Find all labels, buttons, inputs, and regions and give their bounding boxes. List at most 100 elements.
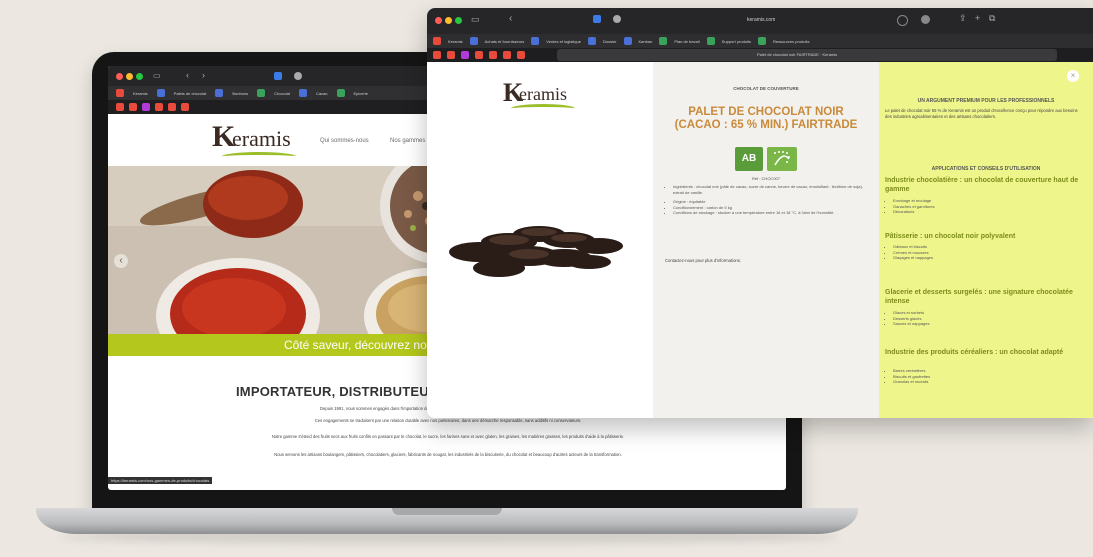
intro-paragraph: Ces engagements se traduisent par une re… (314, 418, 582, 423)
pinned-tab-icon[interactable] (447, 51, 455, 59)
product-reference: Réf : CHOC007 (751, 176, 780, 181)
product-specs-list: Ingrédients : chocolat noir (pâte de cac… (663, 184, 873, 216)
bookmark-favicon-icon (433, 37, 441, 45)
product-title: PALET DE CHOCOLAT NOIR (CACAO : 65 % MIN… (674, 106, 858, 131)
section-title: Pâtisserie : un chocolat noir polyvalent (885, 233, 1016, 240)
window-tab-strip: Palet de chocolat noir FAIRTRADE · Keram… (427, 48, 1093, 62)
product-description-panel: CHOCOLAT DE COUVERTURE PALET DE CHOCOLAT… (653, 62, 879, 418)
window-url[interactable]: keramis.com (747, 17, 775, 23)
bookmark-item[interactable]: Cacao (316, 91, 328, 96)
pinned-tab-icon[interactable] (181, 103, 189, 111)
section-bullet: Sauces et nappages (893, 321, 1093, 327)
intro-text: Le palet de chocolat noir 65 % de Kerami… (885, 108, 1078, 119)
bookmark-item[interactable]: Keramis (448, 39, 463, 44)
maximize-window-icon[interactable] (136, 73, 143, 80)
bookmark-favicon-icon (116, 89, 124, 97)
bookmark-item[interactable]: Ressources produits (773, 39, 809, 44)
logo-text[interactable]: eramis (519, 84, 567, 105)
minimize-window-icon[interactable] (445, 17, 452, 24)
close-icon[interactable]: × (1067, 70, 1079, 82)
bookmark-item[interactable]: Dossier (603, 39, 617, 44)
reader-icon[interactable] (897, 15, 908, 26)
product-category: CHOCOLAT DE COUVERTURE (733, 86, 799, 91)
status-bar-url: https://keramis.com/nos-gammes-de-produi… (108, 477, 213, 484)
bookmark-favicon-icon (587, 37, 596, 45)
minimize-window-icon[interactable] (126, 73, 133, 80)
back-arrow-icon[interactable]: ‹ (186, 70, 189, 80)
laptop-notch (392, 508, 502, 515)
active-tab[interactable]: Palet de chocolat noir FAIRTRADE · Keram… (557, 49, 1057, 61)
bookmark-item[interactable]: Support produits (722, 39, 751, 44)
section-title: Industrie des produits céréaliers : un c… (885, 349, 1064, 356)
profile-icon[interactable] (921, 15, 930, 24)
forward-arrow-icon[interactable]: › (202, 70, 205, 80)
product-browser-window: ▭ ‹ keramis.com ⇪ + ⧉ Keramis Achats et … (427, 8, 1093, 418)
tab-overview-icon[interactable]: ⧉ (989, 13, 995, 24)
eu-organic-leaf-icon (767, 147, 797, 171)
product-contact-note: Contactez-nous pour plus d'informations. (665, 258, 741, 263)
bookmark-item[interactable]: Keramis (133, 91, 148, 96)
logo-swoosh-icon (222, 152, 296, 161)
nav-link-about[interactable]: Qui sommes-nous (320, 138, 369, 144)
bookmark-item[interactable]: Chocolat (274, 91, 290, 96)
pinned-tab-icon[interactable] (517, 51, 525, 59)
intro-paragraph: Notre gamme s'étend des fruits secs aux … (271, 434, 625, 439)
bookmark-favicon-icon (758, 37, 767, 45)
share-icon[interactable]: ⇪ (959, 13, 967, 24)
section-bullet: Décorations (893, 209, 1093, 215)
bookmark-item[interactable]: Plan de travail (674, 39, 699, 44)
bookmark-favicon-icon (706, 37, 715, 45)
bookmark-item[interactable]: Bonbons (232, 91, 248, 96)
pinned-tab-icon[interactable] (475, 51, 483, 59)
ab-organic-badge: AB (735, 147, 763, 171)
shield-icon[interactable] (593, 15, 601, 23)
bookmark-favicon-icon (298, 89, 307, 97)
logo-text[interactable]: eramis (232, 126, 291, 152)
bookmark-favicon-icon (623, 37, 632, 45)
window-bookmarks-bar: Keramis Achats et fournisseurs Ventes et… (427, 34, 1093, 48)
logo-swoosh-icon (511, 104, 575, 113)
pinned-tab-icon[interactable] (142, 103, 150, 111)
close-window-icon[interactable] (435, 17, 442, 24)
bookmark-item[interactable]: Epicerie (354, 91, 368, 96)
extension-icon[interactable] (294, 72, 302, 80)
section-bullet: Glaçages et nappages (893, 255, 1093, 261)
pinned-tab-icon[interactable] (129, 103, 137, 111)
pinned-tab-icon[interactable] (168, 103, 176, 111)
pinned-tab-icon[interactable] (116, 103, 124, 111)
bookmark-item[interactable]: Achats et fournisseurs (485, 39, 525, 44)
pinned-tab-icon[interactable] (155, 103, 163, 111)
sidebar-toggle-icon[interactable]: ▭ (153, 71, 161, 80)
pinned-tab-icon[interactable] (433, 51, 441, 59)
applications-heading: APPLICATIONS ET CONSEILS D'UTILISATION (931, 166, 1041, 172)
bookmark-favicon-icon (257, 89, 266, 97)
intro-paragraph: Nous servons les artisans boulangers, pâ… (274, 452, 622, 457)
chocolate-palets-image (449, 226, 623, 277)
bookmark-item[interactable]: Ventes et logistique (546, 39, 581, 44)
sidebar-toggle-icon[interactable]: ▭ (471, 14, 480, 25)
bookmark-item[interactable]: Kanban (639, 39, 653, 44)
pinned-tab-icon[interactable] (489, 51, 497, 59)
section-title: Industrie chocolatière : un chocolat de … (885, 177, 1079, 193)
spec-item: Conditions de stockage : stocker à une t… (673, 210, 873, 216)
bookmark-item[interactable]: Palets de chocolat (174, 91, 207, 96)
bookmark-favicon-icon (469, 37, 478, 45)
carousel-prev-button[interactable]: ‹ (114, 254, 128, 268)
section-bullets: Enrobage et moulage Ganaches et garnitur… (885, 198, 1093, 215)
close-window-icon[interactable] (116, 73, 123, 80)
section-bullets: Gâteaux et biscuits Crèmes et mousses Gl… (885, 244, 1093, 261)
maximize-window-icon[interactable] (455, 17, 462, 24)
product-details-panel: × UN ARGUMENT PREMIUM POUR LES PROFESSIO… (879, 62, 1093, 418)
bookmark-favicon-icon (215, 89, 224, 97)
intro-heading: UN ARGUMENT PREMIUM POUR LES PROFESSIONN… (917, 98, 1055, 104)
new-tab-icon[interactable]: + (975, 13, 980, 23)
extension-icon[interactable] (613, 15, 621, 23)
bookmark-favicon-icon (156, 89, 165, 97)
section-bullet: Granolas et mueslis (893, 379, 1093, 385)
back-arrow-icon[interactable]: ‹ (509, 13, 512, 24)
pinned-tab-icon[interactable] (461, 51, 469, 59)
product-image-panel: K eramis (427, 62, 653, 418)
bookmark-favicon-icon (336, 89, 345, 97)
shield-icon[interactable] (274, 72, 282, 80)
pinned-tab-icon[interactable] (503, 51, 511, 59)
